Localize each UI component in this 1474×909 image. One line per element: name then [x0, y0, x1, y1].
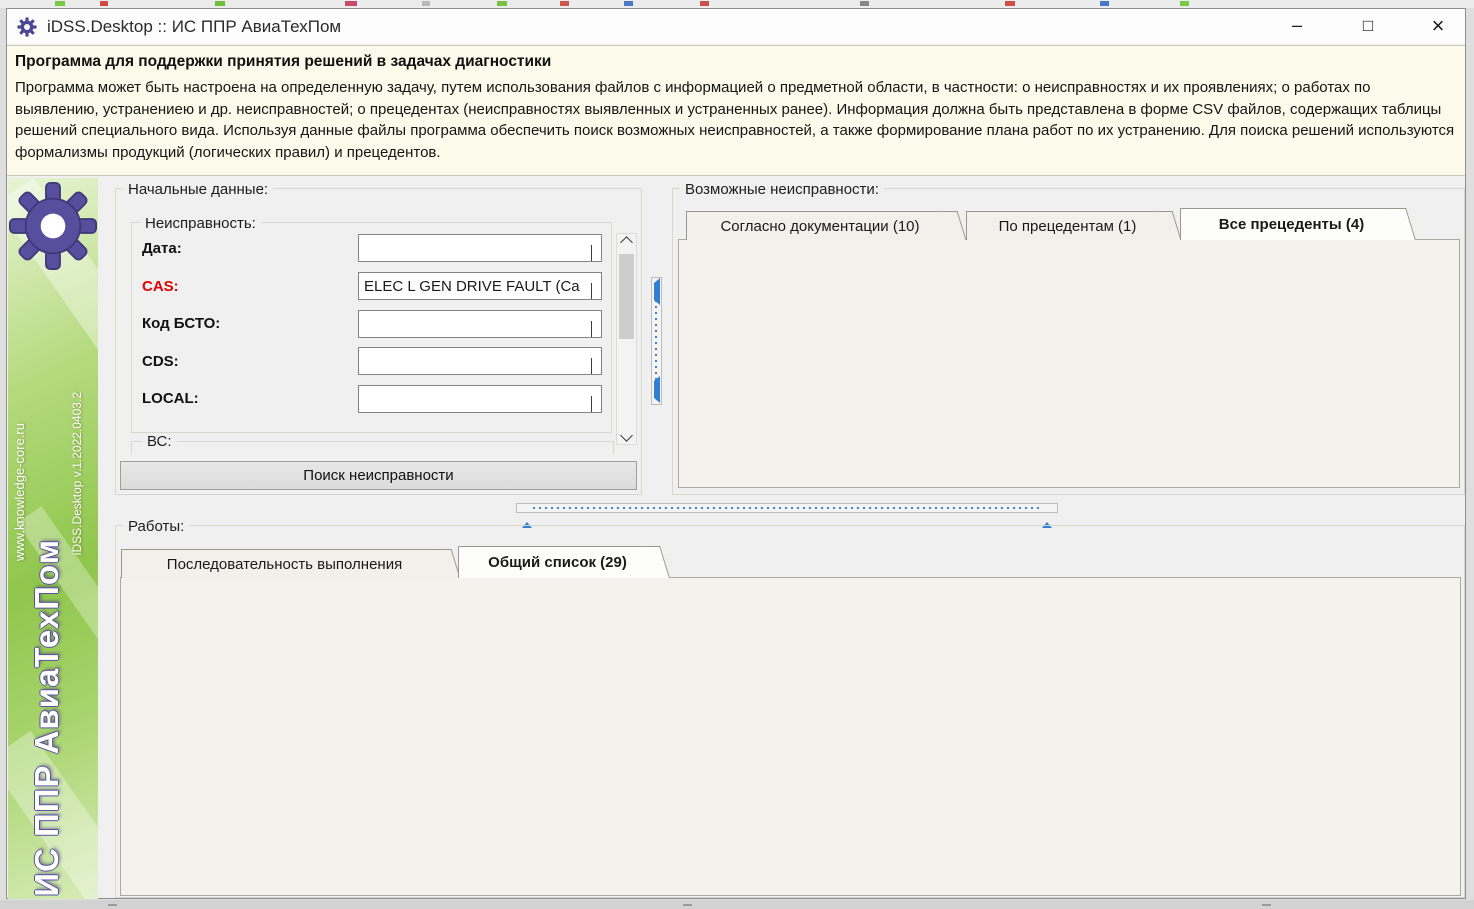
tab-by-precedents[interactable]: По прецедентам (1) — [966, 211, 1169, 240]
desktop-peek-strip — [0, 0, 1474, 8]
field-label-cas: CAS: — [142, 278, 179, 295]
field-label-bsto: Код БСТО: — [142, 315, 220, 332]
tab-execution-sequence[interactable]: Последовательность выполнения — [121, 549, 448, 578]
brand-sidebar: ИС ППР АвиаТехПом www.knowledge-core.ru … — [8, 178, 98, 899]
aircraft-subgroup-label: ВС: — [142, 433, 177, 450]
faults-tab-panel — [678, 239, 1460, 488]
field-label-date: Дата: — [142, 240, 182, 257]
close-button[interactable]: × — [1415, 10, 1461, 41]
cas-combobox[interactable]: ELEC L GEN DRIVE FAULT (Ca — [358, 272, 602, 300]
chevron-down-icon — [591, 283, 592, 300]
scroll-down-icon[interactable] — [617, 427, 636, 444]
collapse-left-icon — [654, 283, 660, 301]
maximize-button[interactable]: □ — [1345, 10, 1391, 41]
works-tab-panel — [120, 577, 1461, 896]
aircraft-subgroup — [131, 441, 614, 454]
intro-body: Программа может быть настроена на опреде… — [15, 77, 1455, 163]
screen-bottom-strip — [0, 900, 1474, 909]
minimize-button[interactable]: – — [1274, 10, 1320, 41]
collapse-up-icon — [522, 505, 532, 523]
intro-heading: Программа для поддержки принятия решений… — [15, 53, 1455, 71]
window-title: iDSS.Desktop :: ИС ППР АвиаТехПом — [47, 17, 341, 37]
local-combobox[interactable] — [358, 385, 602, 413]
vertical-splitter[interactable] — [651, 277, 662, 405]
chevron-down-icon — [591, 358, 592, 375]
brand-website: www.knowledge-core.ru — [12, 423, 27, 561]
faults-group-label: Возможные неисправности: — [680, 181, 884, 198]
brand-gear-icon — [9, 180, 97, 277]
initial-data-scrollbar[interactable] — [616, 233, 637, 445]
date-combobox[interactable] — [358, 234, 602, 262]
tab-full-list[interactable]: Общий список (29) — [458, 546, 657, 578]
title-bar: iDSS.Desktop :: ИС ППР АвиаТехПом — [7, 9, 1465, 44]
tab-by-documentation[interactable]: Согласно документации (10) — [686, 211, 954, 240]
initial-data-group-label: Начальные данные: — [123, 181, 273, 198]
horizontal-splitter[interactable] — [516, 503, 1058, 513]
chevron-down-icon — [591, 396, 592, 413]
search-fault-button[interactable]: Поиск неисправности — [120, 461, 637, 490]
works-group-label: Работы: — [123, 518, 189, 535]
bsto-combobox[interactable] — [358, 310, 602, 338]
chevron-down-icon — [591, 321, 592, 338]
intro-panel: Программа для поддержки принятия решений… — [7, 45, 1465, 176]
app-gear-icon — [17, 17, 37, 37]
collapse-left-icon — [654, 381, 660, 399]
field-label-local: LOCAL: — [142, 390, 199, 407]
screen: iDSS.Desktop :: ИС ППР АвиаТехПом – □ × … — [0, 0, 1474, 909]
brand-version: iDSS.Desktop v.1.2022.0403.2 — [70, 392, 84, 555]
field-label-cds: CDS: — [142, 353, 179, 370]
collapse-up-icon — [1042, 505, 1052, 523]
tab-all-precedents[interactable]: Все прецеденты (4) — [1180, 208, 1403, 240]
brand-title: ИС ППР АвиаТехПом — [28, 539, 66, 897]
cds-combobox[interactable] — [358, 347, 602, 375]
scrollbar-thumb[interactable] — [619, 254, 634, 339]
fault-subgroup-label: Неисправность: — [140, 215, 261, 232]
chevron-down-icon — [591, 245, 592, 262]
scroll-up-icon[interactable] — [617, 234, 636, 251]
